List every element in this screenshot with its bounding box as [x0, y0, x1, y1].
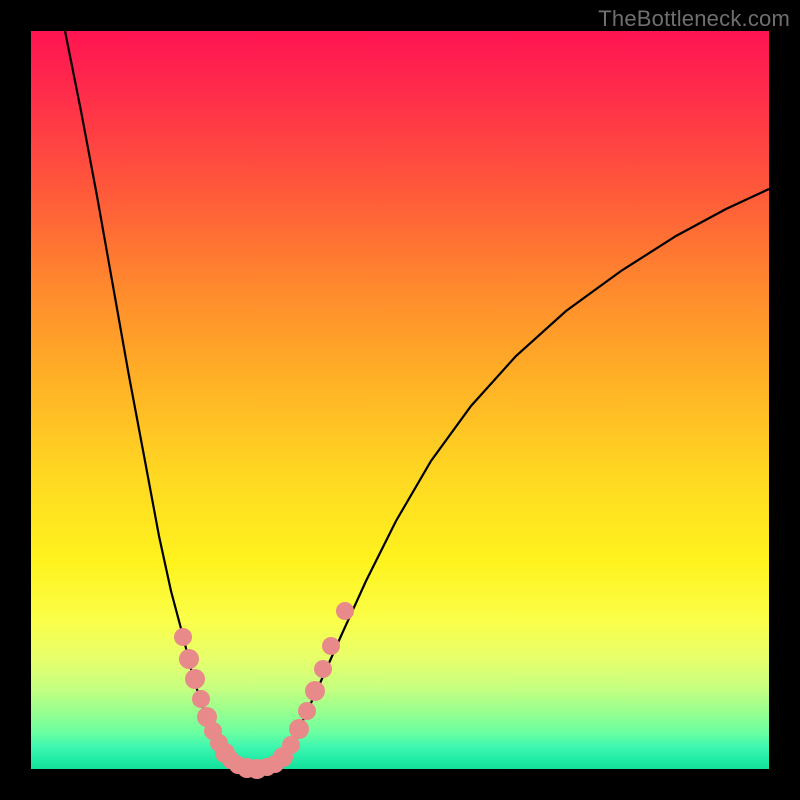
data-marker — [305, 681, 325, 701]
chart-svg — [31, 31, 769, 769]
marker-group — [174, 602, 354, 779]
watermark-text: TheBottleneck.com — [598, 6, 790, 32]
data-marker — [179, 649, 199, 669]
data-marker — [174, 628, 192, 646]
data-marker — [298, 702, 316, 720]
curve-path — [65, 31, 769, 769]
plot-area — [31, 31, 769, 769]
data-marker — [289, 719, 309, 739]
data-marker — [322, 637, 340, 655]
chart-frame: TheBottleneck.com — [0, 0, 800, 800]
data-marker — [336, 602, 354, 620]
data-marker — [185, 669, 205, 689]
data-marker — [314, 660, 332, 678]
data-marker — [192, 690, 210, 708]
